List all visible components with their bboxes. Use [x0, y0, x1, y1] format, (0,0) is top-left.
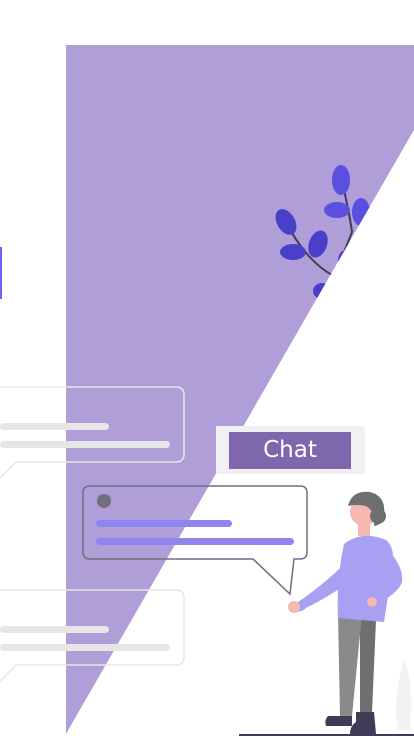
- chat-button-container: Chat: [216, 426, 365, 474]
- left-edge-accent: [0, 247, 2, 299]
- chat-button[interactable]: Chat: [229, 432, 351, 469]
- chat-conversation-illustration: [0, 45, 414, 736]
- chat-landing-screen: Chat: [0, 0, 414, 736]
- bubble-avatar-dot: [97, 494, 111, 508]
